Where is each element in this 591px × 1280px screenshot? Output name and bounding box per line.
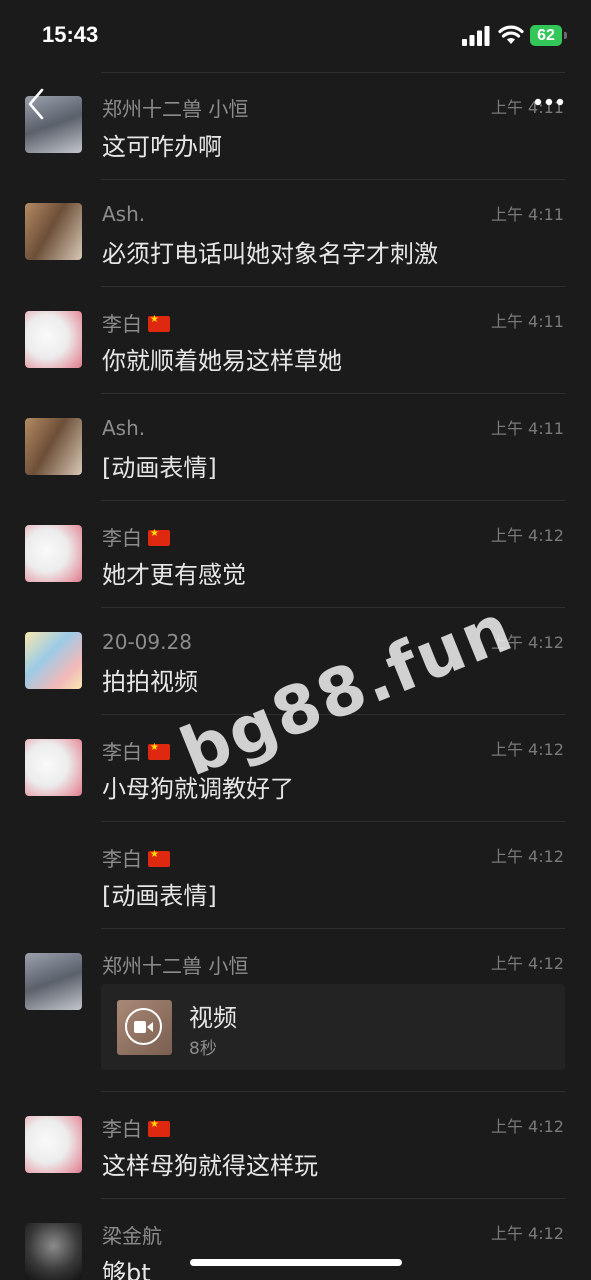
message-time: 上午 4:11 [490,419,564,438]
avatar[interactable] [25,1223,82,1280]
message-time: 上午 4:11 [490,312,564,331]
message-text: 你就顺着她易这样草她 [102,347,342,375]
message-row[interactable]: 李白 上午 4:12 [动画表情] [0,822,591,929]
sender-name: 李白 [102,308,170,337]
message-text: 这样母狗就得这样玩 [102,1152,318,1180]
status-time: 15:43 [42,22,99,47]
message-time: 上午 4:12 [490,1117,564,1136]
avatar[interactable] [25,418,82,475]
battery-level: 62 [537,27,555,44]
avatar[interactable] [25,739,82,796]
message-text: 必须打电话叫她对象名字才刺激 [102,240,438,268]
message-time: 上午 4:12 [490,526,564,545]
video-title: 视频 [189,1004,237,1032]
cellular-signal-icon [462,26,490,46]
message-text: [动画表情] [102,454,217,482]
wifi-icon [498,25,524,44]
status-bar: 15:43 62 [0,0,591,72]
message-text: 这可咋办啊 [102,133,222,161]
sender-name: 梁金航 [102,1224,162,1248]
message-text: 够bt [102,1259,151,1280]
message-time: 上午 4:12 [490,954,564,973]
message-row[interactable]: 李白 上午 4:11 你就顺着她易这样草她 [0,287,591,394]
message-row[interactable]: 李白 上午 4:12 她才更有感觉 [0,501,591,608]
sender-name: 李白 [102,843,170,872]
avatar[interactable] [25,311,82,368]
avatar[interactable] [25,632,82,689]
sender-name: 郑州十二兽 小恒 [102,97,249,121]
message-time: 上午 4:12 [490,847,564,866]
message-row[interactable]: 郑州十二兽 小恒 上午 4:12 视频 8秒 [0,929,591,1092]
sender-name: Ash. [102,202,146,226]
video-duration: 8秒 [189,1039,217,1059]
back-arrow-icon[interactable] [24,86,48,122]
message-row[interactable]: Ash. 上午 4:11 [动画表情] [0,394,591,501]
message-time: 上午 4:12 [490,740,564,759]
video-message-card[interactable]: 视频 8秒 [101,984,565,1070]
message-row[interactable]: 郑州十二兽 小恒 上午 4:11 这可咋办啊 [0,73,591,180]
message-text: [动画表情] [102,882,217,910]
china-flag-icon [148,314,170,332]
sender-name: Ash. [102,416,146,440]
message-text: 拍拍视频 [102,668,198,696]
message-text: 她才更有感觉 [102,561,246,589]
message-row[interactable]: 李白 上午 4:12 这样母狗就得这样玩 [0,1092,591,1199]
china-flag-icon [148,1119,170,1137]
china-flag-icon [148,849,170,867]
china-flag-icon [148,528,170,546]
avatar[interactable] [25,953,82,1010]
message-time: 上午 4:12 [490,1224,564,1243]
sender-name: 李白 [102,522,170,551]
avatar[interactable] [25,1116,82,1173]
message-time: 上午 4:11 [490,205,564,224]
sender-name: 李白 [102,1113,170,1142]
chat-history-screen: 15:43 62 郑州十二兽 小恒 上午 4:11 这可咋办啊 Ash. 上午 … [0,0,591,1280]
sender-name: 李白 [102,736,170,765]
message-row[interactable]: 梁金航 上午 4:12 够bt [0,1199,591,1280]
china-flag-icon [148,742,170,760]
message-row[interactable]: Ash. 上午 4:11 必须打电话叫她对象名字才刺激 [0,180,591,287]
video-camera-icon [125,1008,162,1045]
sender-name: 20-09.28 [102,630,192,654]
sender-name: 郑州十二兽 小恒 [102,954,249,978]
video-thumbnail[interactable] [117,1000,172,1055]
avatar[interactable] [25,203,82,260]
battery-icon: 62 [530,25,568,46]
home-indicator[interactable] [190,1259,402,1266]
avatar[interactable] [25,525,82,582]
more-options-icon[interactable] [534,96,564,108]
